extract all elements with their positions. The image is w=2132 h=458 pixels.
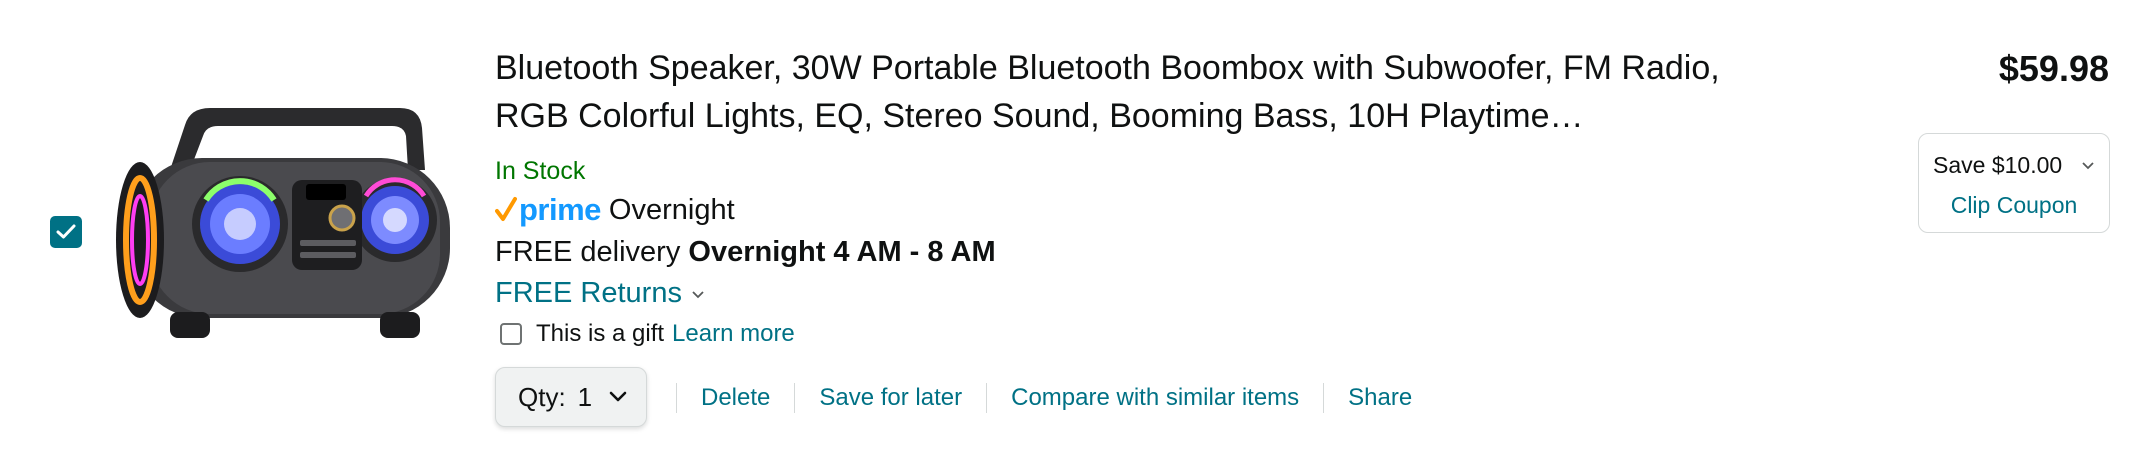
save-for-later-link[interactable]: Save for later [795,384,986,412]
free-returns-label: FREE Returns [495,277,682,309]
delete-link[interactable]: Delete [677,384,794,412]
quantity-label: Qty: [518,381,566,412]
prime-check-icon [495,197,517,221]
item-select-checkbox[interactable] [50,216,82,248]
check-icon [56,224,76,239]
gift-checkbox[interactable] [500,323,522,345]
item-price: $59.98 [1998,48,2109,89]
product-image[interactable] [110,100,470,362]
delivery-window: Overnight 4 AM - 8 AM [688,236,996,268]
product-title[interactable]: Bluetooth Speaker, 30W Portable Bluetoot… [495,44,1785,140]
delivery-prefix: FREE delivery [495,236,681,268]
chevron-down-icon[interactable] [2081,161,2095,171]
clip-coupon-link[interactable]: Clip Coupon [1919,192,2109,219]
coupon-save-amount[interactable]: Save $10.00 [1933,152,2062,179]
item-actions: Delete Save for later Compare with simil… [676,380,1436,416]
delivery-info: FREE delivery Overnight 4 AM - 8 AM [495,236,996,269]
gift-option: This is a gift Learn more [500,320,795,348]
coupon-box: Save $10.00 Clip Coupon [1918,133,2110,233]
chevron-down-icon [609,391,627,402]
quantity-value: 1 [577,381,593,412]
prime-shipping-type: Overnight [608,193,735,226]
prime-badge: prime Overnight [495,190,735,230]
compare-similar-link[interactable]: Compare with similar items [987,384,1323,412]
chevron-down-icon [692,290,704,298]
share-link[interactable]: Share [1324,384,1436,412]
gift-learn-more-link[interactable]: Learn more [672,320,795,348]
stock-status: In Stock [495,157,586,185]
free-returns-dropdown[interactable]: FREE Returns [495,277,706,310]
gift-label: This is a gift [536,320,665,347]
quantity-selector[interactable]: Qty: 1 [495,367,647,427]
prime-logo: prime [519,192,601,227]
